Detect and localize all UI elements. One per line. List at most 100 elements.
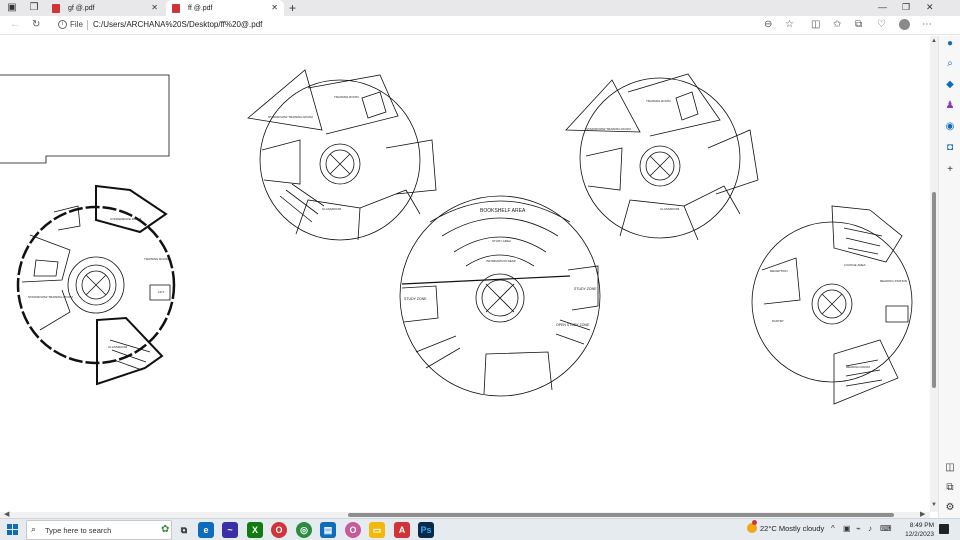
start-button[interactable] <box>7 524 18 535</box>
outlook-icon[interactable]: ◘ <box>944 142 956 154</box>
date-text: 12/2/2023 <box>905 531 934 538</box>
label: CLASSROOM <box>322 207 342 211</box>
label: LIFT <box>158 290 164 294</box>
label: PANTRY <box>772 319 784 323</box>
pdf-viewer[interactable]: CONFERENCE ROOM TRAINING ROOM LIFT STAFF… <box>0 36 930 512</box>
app-icon[interactable]: ~ <box>222 522 238 538</box>
top-middle-labels: TRAINING ROOM STAFFROOM/ TRAINING ROOM C… <box>268 95 359 211</box>
network-icon[interactable]: ⌁ <box>856 524 861 533</box>
file-explorer-icon[interactable]: ▭ <box>369 522 385 538</box>
vertical-scrollbar[interactable]: ▲ ▼ <box>930 36 938 512</box>
sidebar-settings-icon[interactable]: ⚙ <box>944 502 956 514</box>
close-window-button[interactable]: ✕ <box>926 2 934 13</box>
chrome-app-icon[interactable]: ◎ <box>296 522 312 538</box>
show-hidden-icons-icon[interactable]: ^ <box>831 524 835 533</box>
label: TRAINING ROOM <box>646 99 671 103</box>
refresh-button[interactable]: ↻ <box>32 19 40 30</box>
center-plan-labels: BOOKSHELF AREA INFORMATION DESK STUDY AR… <box>404 208 597 327</box>
add-icon[interactable]: + <box>944 164 956 176</box>
label: STUDY ZONE <box>404 297 427 301</box>
label: INFORMATION DESK <box>486 259 516 263</box>
label: LOUNGE AREA <box>844 263 866 267</box>
scheme-label: File <box>70 20 83 29</box>
hide-sidebar-icon[interactable]: ◫ <box>944 462 956 474</box>
split-screen-icon[interactable]: ◫ <box>811 19 820 30</box>
search-placeholder: Type here to search <box>45 526 112 535</box>
label: STAFFROOM/ TRAINING ROOM <box>28 295 73 299</box>
restore-button[interactable]: ❐ <box>902 2 910 13</box>
info-icon[interactable]: i <box>58 20 67 29</box>
search-icon[interactable]: ⌕ <box>944 58 956 70</box>
label: READING STATION <box>880 279 907 283</box>
notification-icon[interactable] <box>939 524 949 534</box>
office-icon[interactable]: ◉ <box>944 121 956 133</box>
label: OPEN STUDY ZONE <box>556 323 590 327</box>
acrobat-app-icon[interactable]: A <box>394 522 410 538</box>
address-bar: ← ↻ i File C:/Users/ARCHANA%20S/Desktop/… <box>0 16 960 35</box>
weather-widget[interactable]: 22°C Mostly cloudy <box>747 520 825 533</box>
label: STUDY AREA <box>492 239 511 243</box>
floor-plan-center <box>399 195 601 397</box>
label: STAFFROOM/ TRAINING ROOM <box>268 115 313 119</box>
clock[interactable]: 8:49 PM 12/2/2023 <box>898 521 934 539</box>
close-tab-icon[interactable]: ✕ <box>271 3 278 12</box>
label: STAFFROOM/ TRAINING ROOM <box>586 127 631 131</box>
label: CONFERENCE ROOM <box>110 217 142 221</box>
scroll-up-icon[interactable]: ▲ <box>931 38 937 44</box>
opera-app-icon[interactable]: O <box>271 522 287 538</box>
vertical-scroll-thumb[interactable] <box>932 192 936 388</box>
browser-essentials-icon[interactable]: ♡ <box>877 19 886 30</box>
tab-title: ff @.pdf <box>188 4 213 12</box>
top-right-labels: TRAINING ROOM STAFFROOM/ TRAINING ROOM C… <box>586 99 680 211</box>
volume-icon[interactable]: ♪ <box>868 524 872 533</box>
store-app-icon[interactable]: ▤ <box>320 522 336 538</box>
meet-now-icon[interactable]: ▣ <box>843 524 851 533</box>
tab-ff-pdf[interactable]: ff @.pdf ✕ <box>166 0 284 16</box>
label: CLASSROOM <box>108 345 128 349</box>
weather-icon <box>747 520 757 533</box>
opera-gx-app-icon[interactable]: O <box>345 522 361 538</box>
label: BOOKSHELF AREA <box>480 208 526 214</box>
scroll-down-icon[interactable]: ▼ <box>931 502 937 508</box>
label: CLASSROOM <box>660 207 680 211</box>
time-text: 8:49 PM <box>909 522 934 529</box>
label: STUDY ZONE <box>574 287 597 291</box>
collections-icon[interactable]: ⧉ <box>855 19 862 30</box>
taskbar-search[interactable]: ⌕ Type here to search ✿ <box>26 520 172 540</box>
weather-text: 22°C Mostly cloudy <box>760 523 825 533</box>
profile-avatar[interactable] <box>899 19 910 30</box>
zoom-icon[interactable]: ⊖ <box>764 19 772 30</box>
scroll-right-icon[interactable]: ▶ <box>920 510 925 518</box>
tab-actions-icon[interactable]: ❐ <box>28 2 40 14</box>
tools-icon[interactable]: ♟ <box>944 100 956 112</box>
minimize-button[interactable]: — <box>878 2 887 12</box>
pdf-file-icon <box>172 3 180 13</box>
scroll-left-icon[interactable]: ◀ <box>4 510 9 518</box>
edge-app-icon[interactable]: e <box>198 522 214 538</box>
search-highlight-icon: ✿ <box>161 524 170 535</box>
back-button[interactable]: ← <box>10 19 20 30</box>
taskbar: ⌕ Type here to search ✿ ⧉ e ~ X O ◎ ▤ O … <box>0 518 960 540</box>
language-icon[interactable]: ⌨ <box>880 524 892 533</box>
workspaces-icon[interactable]: ▣ <box>6 2 18 14</box>
tab-gf-pdf[interactable]: gf @.pdf ✕ <box>46 0 164 16</box>
close-tab-icon[interactable]: ✕ <box>151 3 158 12</box>
favorite-star-icon[interactable]: ☆ <box>785 19 794 30</box>
partial-floor-outline <box>0 74 170 164</box>
copilot-icon[interactable]: ● <box>944 38 956 50</box>
open-window-icon[interactable]: ⧉ <box>944 482 956 494</box>
new-tab-button[interactable]: + <box>289 1 296 15</box>
favorites-icon[interactable]: ✩ <box>833 19 841 30</box>
xbox-app-icon[interactable]: X <box>247 522 263 538</box>
url-field[interactable]: C:/Users/ARCHANA%20S/Desktop/ff%20@.pdf <box>93 20 262 29</box>
floor-plan-left <box>16 184 176 386</box>
pdf-file-icon <box>52 3 60 13</box>
edge-sidebar: ● ⌕ ◆ ♟ ◉ ◘ + ◫ ⧉ ⚙ <box>938 36 960 518</box>
horizontal-scroll-thumb[interactable] <box>348 513 894 517</box>
task-view-icon[interactable]: ⧉ <box>176 522 192 538</box>
tab-title: gf @.pdf <box>68 4 95 12</box>
search-icon: ⌕ <box>31 524 37 534</box>
settings-more-icon[interactable]: ⋯ <box>922 19 932 30</box>
photoshop-app-icon[interactable]: Ps <box>418 522 434 538</box>
shopping-icon[interactable]: ◆ <box>944 79 956 91</box>
